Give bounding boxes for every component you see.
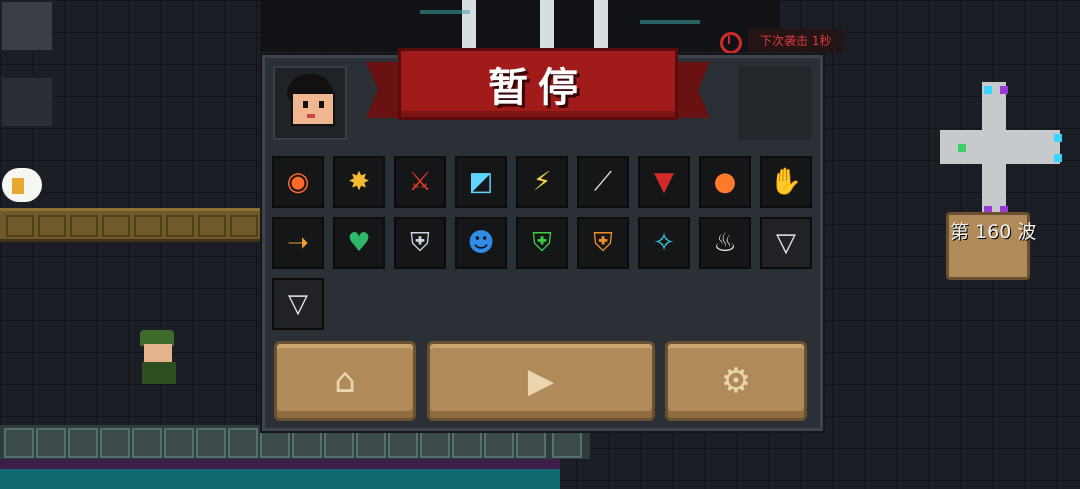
wall-crack	[640, 20, 700, 24]
dungeon-wall	[260, 0, 780, 52]
minimap-marker	[1054, 154, 1062, 162]
explosion-buff-icon[interactable]: ✸	[333, 156, 385, 208]
minimap-player-marker	[958, 144, 966, 152]
green-heart-buff-icon[interactable]: ♥	[333, 217, 385, 269]
minimap-marker	[984, 86, 992, 94]
soldier-body	[142, 362, 176, 384]
settings-button[interactable]: ⚙	[665, 341, 807, 421]
play-icon: ▶	[527, 361, 555, 401]
character-eye	[303, 101, 308, 108]
green-shield-buff-icon[interactable]: ⛨	[516, 217, 568, 269]
gear-icon: ⚙	[720, 361, 752, 401]
side-machine	[0, 76, 54, 128]
floor-trim	[0, 459, 560, 469]
character-face	[291, 92, 335, 126]
home-button[interactable]: ⌂	[274, 341, 416, 421]
resume-button[interactable]: ▶	[427, 341, 655, 421]
pet-item-icon	[12, 178, 24, 194]
laser-shot-buff-icon[interactable]: ➝	[272, 217, 324, 269]
ice-blade-buff-icon[interactable]: ◩	[455, 156, 507, 208]
wooden-ledge	[0, 208, 262, 242]
lightning-buff-icon[interactable]: ⚡	[516, 156, 568, 208]
bat-buff-icon[interactable]: ▼	[638, 156, 690, 208]
fire-skull-buff-icon[interactable]: ●	[699, 156, 751, 208]
next-attack-text: 下次袭击 1秒	[748, 28, 844, 52]
claw-slash-buff-icon[interactable]: ⟋	[577, 156, 629, 208]
pause-title: 暂停	[488, 65, 588, 111]
soldier-face	[144, 344, 172, 364]
character-mouth	[307, 114, 315, 118]
drink-cup-buff-icon[interactable]: ♨	[699, 217, 751, 269]
minimap-marker	[1000, 86, 1008, 94]
water-strip	[0, 469, 560, 489]
silver-shield-buff-icon[interactable]: ⛨	[394, 217, 446, 269]
empty-equipment-slot[interactable]	[738, 66, 812, 140]
pause-title-banner: 暂停	[366, 48, 710, 126]
purple-hand-buff-icon[interactable]: ✋	[760, 156, 812, 208]
red-sword-buff-icon[interactable]: ⚔	[394, 156, 446, 208]
banner-body: 暂停	[398, 48, 678, 120]
next-attack-indicator: 下次袭击 1秒	[716, 27, 844, 54]
character-eye	[319, 101, 324, 108]
alarm-clock-icon	[716, 27, 742, 54]
sparkle-buff-icon[interactable]: ✧	[638, 217, 690, 269]
character-portrait	[273, 66, 347, 140]
orange-shield-buff-icon[interactable]: ⛨	[577, 217, 629, 269]
wall-crack	[420, 10, 470, 14]
fire-ring-buff-icon[interactable]: ◉	[272, 156, 324, 208]
minimap-marker	[1054, 134, 1062, 142]
wave-counter-text: 第 160 波	[950, 221, 1037, 243]
empty-cup-buff-icon[interactable]: ▽	[760, 217, 812, 269]
empty-cup-buff-icon[interactable]: ▽	[272, 278, 324, 330]
home-icon: ⌂	[334, 361, 356, 401]
blue-head-buff-icon[interactable]: ☻	[455, 217, 507, 269]
side-machine	[0, 0, 54, 52]
